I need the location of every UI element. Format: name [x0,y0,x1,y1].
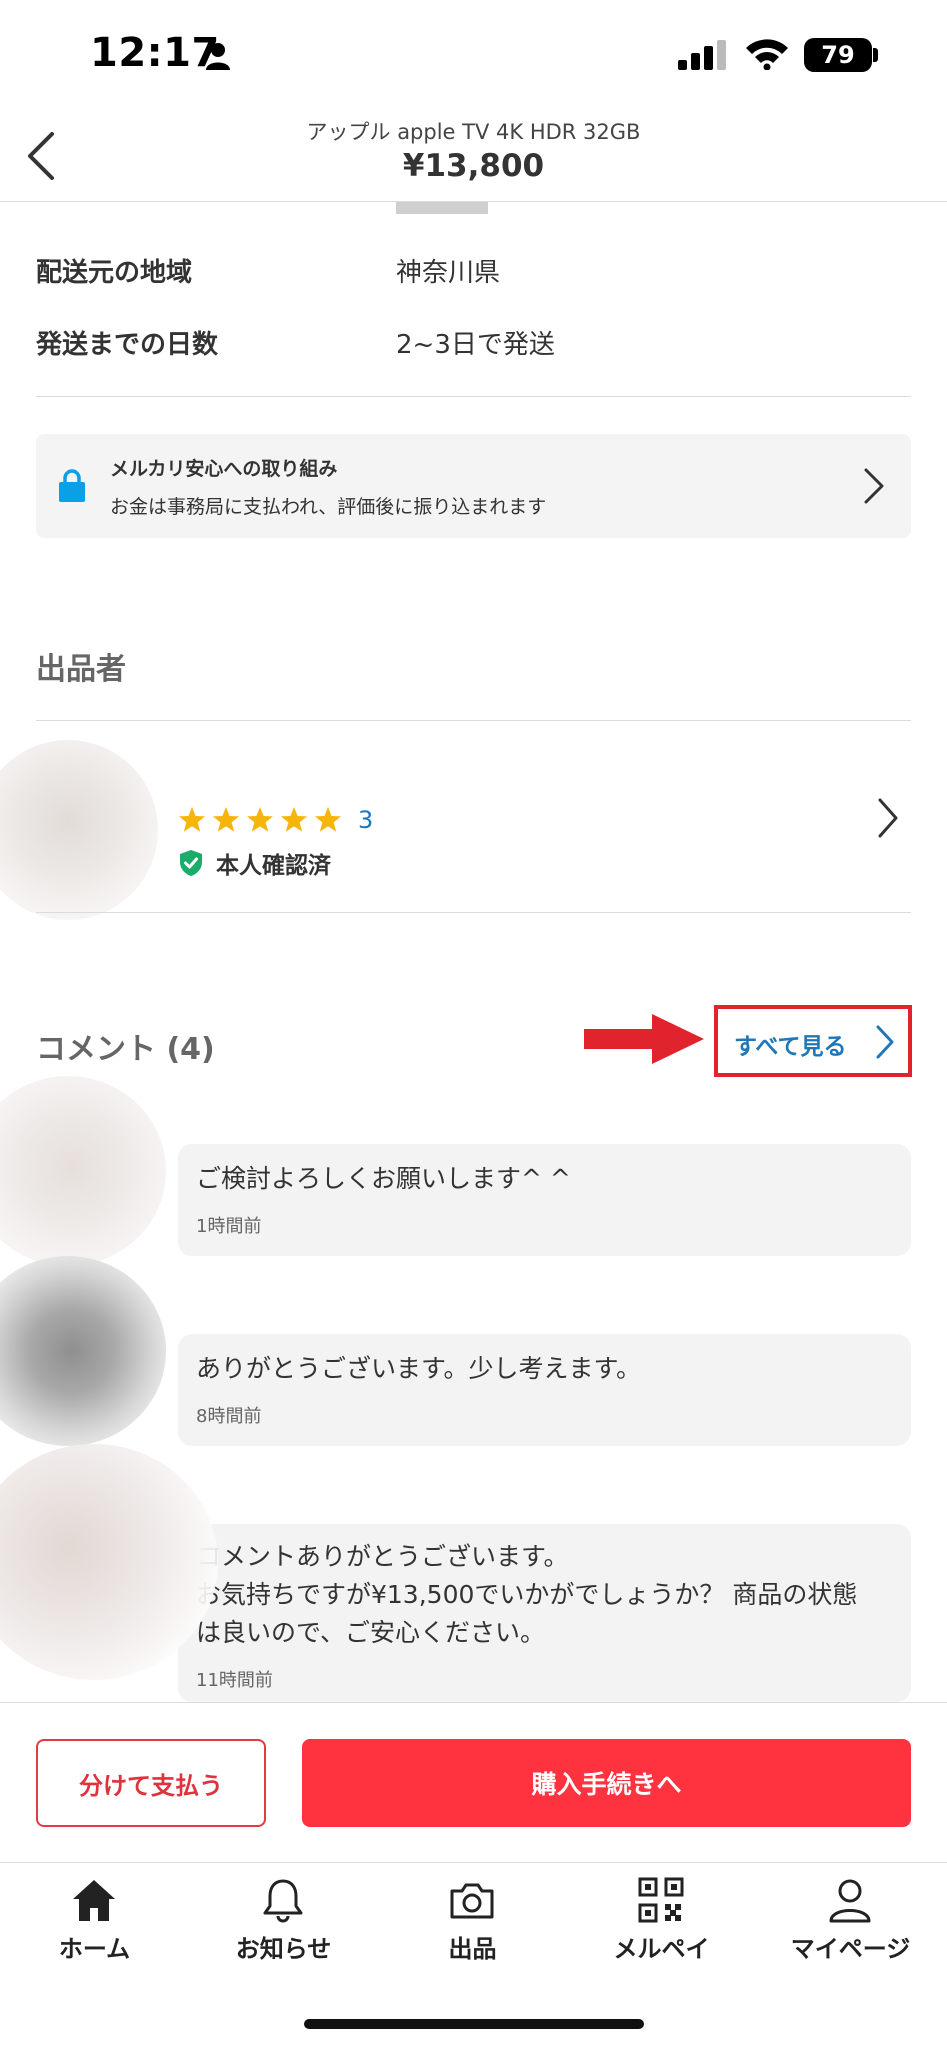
battery-indicator: 79 [804,38,872,72]
comment-avatar[interactable] [0,1256,166,1446]
tab-notifications-label: お知らせ [235,1935,332,1963]
tab-merpay[interactable]: メルペイ [567,1863,756,1993]
status-time: 12:17 [90,30,220,76]
shipping-days-value: 2~3日で発送 [396,330,555,360]
item-price: ¥13,800 [402,148,545,184]
verified-shield-icon [180,850,202,876]
tab-merpay-label: メルペイ [613,1935,710,1963]
person-icon [829,1879,871,1923]
home-indicator[interactable] [304,2019,644,2029]
divider [36,396,911,397]
red-annotation-arrow-icon [584,1014,704,1064]
star-icon [247,807,273,832]
comment-text: ご検討よろしくお願いします^ ^ [196,1164,571,1193]
camera-icon [450,1883,494,1919]
safety-info-card[interactable]: メルカリ安心への取り組み お金は事務局に支払われ、評価後に振り込まれます [36,434,911,538]
tab-sell-label: 出品 [448,1935,497,1963]
divider [36,912,911,913]
tab-notifications[interactable]: お知らせ [189,1863,378,1993]
bell-icon [263,1879,303,1923]
rating-stars [179,807,341,832]
see-all-label: すべて見る [734,1034,847,1060]
shipping-days-label: 発送までの日数 [36,330,219,360]
chevron-right-icon [876,1025,894,1059]
shipping-origin-label: 配送元の地域 [36,258,193,288]
comment-avatar[interactable] [0,1076,166,1266]
comment-bubble: ありがとうございます。少し考えます。 8時間前 [178,1334,911,1446]
safety-subtitle: お金は事務局に支払われ、評価後に振り込まれます [110,496,547,518]
bottom-tab-bar: ホーム お知らせ 出品 メルペイ マイページ [0,1862,947,2048]
seller-heading: 出品者 [36,652,126,687]
comment-text: コメントありがとうございます。 お気持ちですが¥13,500でいかがでしょうか？… [196,1542,858,1647]
cellular-signal-icon [678,40,726,70]
person-status-icon [206,43,230,70]
see-all-comments-button[interactable]: すべて見る [714,1005,912,1077]
star-icon [213,807,239,832]
wifi-icon [746,39,788,70]
split-payment-button[interactable]: 分けて支払う [36,1739,266,1827]
comment-time: 11時間前 [196,1670,273,1691]
comments-heading: コメント (4) [36,1032,215,1067]
shipping-origin-row: 配送元の地域 神奈川県 [36,252,911,292]
item-header: アップル apple TV 4K HDR 32GB ¥13,800 [0,110,947,202]
seller-avatar[interactable] [0,740,158,920]
comment-time: 8時間前 [196,1406,262,1427]
purchase-button[interactable]: 購入手続きへ [302,1739,911,1827]
verified-label: 本人確認済 [216,853,331,879]
comment-text: ありがとうございます。少し考えます。 [196,1354,642,1383]
comment-time: 1時間前 [196,1216,262,1237]
tab-mypage-label: マイページ [790,1935,911,1963]
battery-cap [873,48,878,62]
status-bar: 12:17 79 [0,0,947,110]
partial-badge [396,202,488,214]
seller-chevron-right-icon[interactable] [876,796,900,840]
rating-count: 3 [358,806,374,834]
star-icon [179,807,205,832]
chevron-right-icon [864,468,884,504]
tab-sell[interactable]: 出品 [378,1863,567,1993]
shipping-origin-value: 神奈川県 [396,258,501,288]
tab-mypage[interactable]: マイページ [756,1863,945,1993]
star-icon [281,807,307,832]
safety-title: メルカリ安心への取り組み [110,458,338,480]
purchase-action-bar: 分けて支払う 購入手続きへ [0,1702,947,1862]
divider [36,720,911,721]
tab-home[interactable]: ホーム [0,1863,189,1993]
lock-icon [59,469,85,502]
qr-code-icon [638,1877,684,1923]
item-title: アップル apple TV 4K HDR 32GB [306,120,641,144]
tab-home-label: ホーム [58,1935,131,1963]
home-icon [73,1880,115,1921]
comment-bubble: コメントありがとうございます。 お気持ちですが¥13,500でいかがでしょうか？… [178,1524,911,1702]
shipping-days-row: 発送までの日数 2~3日で発送 [36,324,911,364]
star-icon [315,807,341,832]
comment-bubble: ご検討よろしくお願いします^ ^ 1時間前 [178,1144,911,1256]
